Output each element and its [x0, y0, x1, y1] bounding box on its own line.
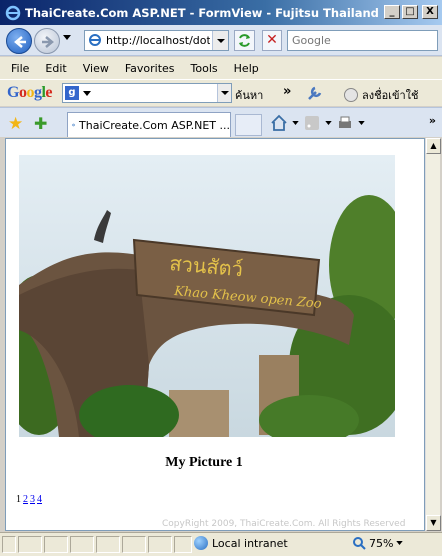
tab-active[interactable]: ThaiCreate.Com ASP.NET ...	[67, 112, 231, 137]
zone-label: Local intranet	[212, 536, 288, 550]
zoo-entrance-photo: สวนสัตว์ Khao Kheow open Zoo	[19, 155, 395, 437]
zoom-level: 75%	[369, 536, 394, 550]
google-toolbar: Google g ค้นหา » ลงชื่อเข้าใช้	[0, 79, 442, 106]
picture-caption: My Picture 1	[165, 455, 243, 470]
google-search-field[interactable]: g	[62, 83, 232, 103]
back-button[interactable]	[6, 28, 32, 54]
close-window-button[interactable]: X	[422, 5, 438, 19]
status-cell	[174, 536, 192, 553]
page-content: สวนสัตว์ Khao Kheow open Zoo My Picture …	[5, 138, 425, 531]
search-box[interactable]	[287, 30, 438, 51]
google-sign-in[interactable]: ลงชื่อเข้าใช้	[344, 86, 418, 104]
chevron-down-icon	[396, 541, 404, 545]
google-logo: Google	[7, 84, 53, 101]
url-text: http://localhost/dotne	[106, 34, 210, 47]
stop-icon: ✕	[266, 32, 278, 48]
minimize-button[interactable]: _	[384, 5, 400, 19]
new-tab-button[interactable]	[235, 114, 262, 136]
tab-label: ThaiCreate.Com ASP.NET ...	[79, 118, 230, 132]
chevron-down-icon[interactable]	[292, 121, 299, 125]
wrench-icon[interactable]	[306, 84, 324, 102]
address-dropdown-button[interactable]	[212, 31, 228, 50]
address-toolbar: http://localhost/dotne ✕	[0, 25, 442, 56]
ie-logo-icon	[5, 5, 21, 20]
stop-button[interactable]: ✕	[262, 30, 282, 51]
window-titlebar: ThaiCreate.Com ASP.NET - FormView - Fuji…	[0, 0, 442, 25]
search-input[interactable]	[292, 32, 432, 49]
magnifier-icon	[353, 537, 366, 550]
address-field[interactable]: http://localhost/dotne	[84, 30, 229, 51]
refresh-icon	[239, 34, 250, 47]
menu-tools[interactable]: Tools	[185, 60, 224, 77]
status-cell	[122, 536, 146, 553]
status-cell	[18, 536, 42, 553]
chevron-down-icon[interactable]	[83, 91, 91, 96]
status-cell	[44, 536, 68, 553]
globe-icon	[194, 536, 208, 550]
menu-favorites[interactable]: Favorites	[119, 60, 181, 77]
security-zone[interactable]: Local intranet	[194, 536, 288, 550]
forward-arrow-icon	[42, 36, 54, 48]
vertical-scrollbar[interactable]: ▲ ▼	[425, 138, 441, 531]
chevron-down-icon	[221, 91, 229, 95]
pager-current-page: 1	[16, 494, 21, 505]
google-g-icon: g	[65, 86, 79, 100]
google-search-button[interactable]: ค้นหา	[235, 86, 263, 104]
google-dropdown-button[interactable]	[217, 84, 231, 102]
favorites-star-icon[interactable]: ★	[8, 114, 23, 134]
pager: 1234	[16, 494, 42, 505]
menu-help[interactable]: Help	[228, 60, 265, 77]
maximize-button[interactable]: □	[402, 5, 418, 19]
scroll-up-button[interactable]: ▲	[426, 138, 441, 154]
pager-link-page-3[interactable]: 3	[30, 494, 35, 505]
chevron-down-icon	[217, 39, 225, 43]
forward-button[interactable]	[34, 28, 60, 54]
history-dropdown-icon[interactable]	[63, 35, 71, 40]
favorites-tab-bar: ★ ✚ ThaiCreate.Com ASP.NET ... »	[0, 107, 442, 137]
menu-bar: File Edit View Favorites Tools Help	[0, 57, 442, 79]
pager-link-page-2[interactable]: 2	[23, 494, 28, 505]
page-ie-icon	[89, 34, 101, 46]
zoom-control[interactable]: 75%	[352, 536, 404, 550]
window-title: ThaiCreate.Com ASP.NET - FormView - Fuji…	[25, 5, 379, 20]
print-icon[interactable]	[336, 114, 354, 132]
scroll-down-button[interactable]: ▼	[426, 515, 441, 531]
page-ie-icon	[72, 123, 75, 127]
menu-view[interactable]: View	[77, 60, 115, 77]
add-favorite-icon[interactable]: ✚	[34, 114, 47, 133]
toolbar-more-chevron[interactable]: »	[283, 84, 291, 99]
status-cell	[148, 536, 172, 553]
rss-feed-icon[interactable]	[303, 114, 321, 132]
status-cell	[96, 536, 120, 553]
home-icon[interactable]	[270, 114, 288, 132]
status-bar: Local intranet 75%	[0, 532, 442, 556]
tab-toolbar-more-chevron[interactable]: »	[429, 114, 436, 127]
chevron-down-icon[interactable]	[358, 121, 365, 125]
user-circle-icon	[344, 88, 358, 102]
refresh-button[interactable]	[234, 30, 255, 51]
copyright-watermark: CopyRight 2009, ThaiCreate.Com. All Righ…	[162, 519, 406, 529]
back-arrow-icon	[14, 36, 26, 48]
chevron-down-icon[interactable]	[325, 121, 332, 125]
menu-edit[interactable]: Edit	[39, 60, 72, 77]
sign-in-label: ลงชื่อเข้าใช้	[362, 89, 419, 102]
status-cell	[2, 536, 16, 553]
menu-file[interactable]: File	[5, 60, 35, 77]
pager-link-page-4[interactable]: 4	[37, 494, 42, 505]
status-cell	[70, 536, 94, 553]
